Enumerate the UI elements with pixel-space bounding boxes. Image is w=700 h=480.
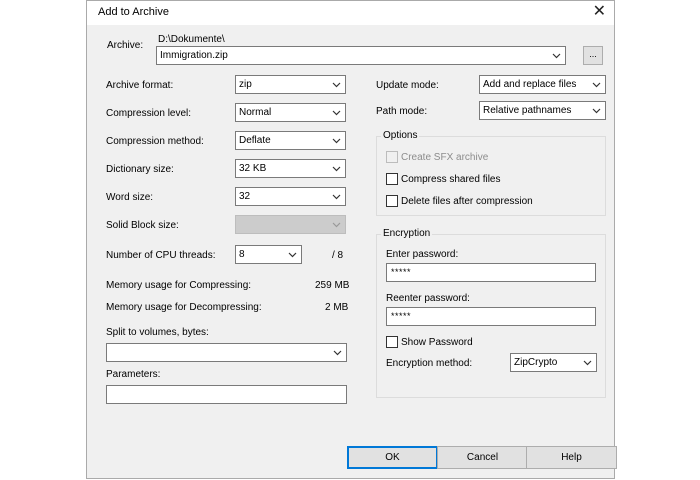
encryption-group: Encryption Enter password: ***** Reenter… xyxy=(376,228,606,398)
encryption-method-value: ZipCrypto xyxy=(514,357,558,368)
split-volumes-combo[interactable] xyxy=(106,343,347,362)
archive-format-label: Archive format: xyxy=(106,80,174,91)
archive-format-value: zip xyxy=(239,79,252,90)
encryption-group-title: Encryption xyxy=(381,228,433,239)
chevron-down-icon xyxy=(333,350,342,356)
compression-level-value: Normal xyxy=(239,107,272,118)
archive-label: Archive: xyxy=(107,40,144,51)
close-icon[interactable]: ✕ xyxy=(593,3,606,21)
title-bar: Add to Archive ✕ xyxy=(87,1,614,25)
enter-password-value: ***** xyxy=(391,267,412,277)
chevron-down-icon xyxy=(332,222,341,228)
compression-level-select[interactable]: Normal xyxy=(235,103,346,122)
browse-button[interactable]: ... xyxy=(583,46,603,65)
enter-password-input[interactable]: ***** xyxy=(386,263,596,282)
path-mode-select[interactable]: Relative pathnames xyxy=(479,101,606,120)
parameters-input[interactable] xyxy=(106,385,347,404)
dictionary-size-label: Dictionary size: xyxy=(106,164,174,175)
create-sfx-label: Create SFX archive xyxy=(401,152,489,163)
word-size-select[interactable]: 32 xyxy=(235,187,346,206)
enter-password-label: Enter password: xyxy=(386,249,459,260)
options-group: Options Create SFX archive Compress shar… xyxy=(376,130,606,216)
chevron-down-icon xyxy=(592,108,601,114)
word-size-value: 32 xyxy=(239,191,251,202)
cpu-threads-select[interactable]: 8 xyxy=(235,245,302,264)
help-button[interactable]: Help xyxy=(526,446,617,469)
archive-filename-combo[interactable]: Immigration.zip xyxy=(156,46,566,65)
delete-after-checkbox[interactable] xyxy=(386,195,398,207)
show-password-label[interactable]: Show Password xyxy=(401,337,473,348)
split-volumes-label: Split to volumes, bytes: xyxy=(106,327,209,338)
cpu-threads-max: / 8 xyxy=(332,250,344,261)
dictionary-size-value: 32 KB xyxy=(239,163,267,174)
path-mode-label: Path mode: xyxy=(376,106,428,117)
reenter-password-value: ***** xyxy=(391,311,412,321)
chevron-down-icon xyxy=(288,252,297,258)
parameters-label: Parameters: xyxy=(106,369,161,380)
archive-format-select[interactable]: zip xyxy=(235,75,346,94)
add-to-archive-dialog: Add to Archive ✕ Archive: D:\Dokumente\ … xyxy=(86,0,617,479)
cpu-threads-value: 8 xyxy=(239,249,245,260)
solid-block-size-select xyxy=(235,215,346,234)
compression-method-value: Deflate xyxy=(239,135,271,146)
show-password-checkbox[interactable] xyxy=(386,336,398,348)
delete-after-label[interactable]: Delete files after compression xyxy=(401,196,533,207)
window-title: Add to Archive xyxy=(98,6,169,18)
chevron-down-icon xyxy=(583,360,592,366)
path-mode-value: Relative pathnames xyxy=(483,105,572,116)
chevron-down-icon xyxy=(332,166,341,172)
cancel-button[interactable]: Cancel xyxy=(437,446,528,469)
chevron-down-icon xyxy=(332,82,341,88)
chevron-down-icon xyxy=(332,138,341,144)
memory-decompress-value: 2 MB xyxy=(325,302,349,313)
memory-decompress-label: Memory usage for Decompressing: xyxy=(106,302,262,313)
archive-filename-value: Immigration.zip xyxy=(160,50,228,61)
compression-method-select[interactable]: Deflate xyxy=(235,131,346,150)
chevron-down-icon xyxy=(592,82,601,88)
word-size-label: Word size: xyxy=(106,192,154,203)
compression-method-label: Compression method: xyxy=(106,136,204,147)
update-mode-select[interactable]: Add and replace files xyxy=(479,75,606,94)
compress-shared-label[interactable]: Compress shared files xyxy=(401,174,500,185)
compress-shared-checkbox[interactable] xyxy=(386,173,398,185)
archive-path: D:\Dokumente\ xyxy=(158,34,225,45)
memory-compress-label: Memory usage for Compressing: xyxy=(106,280,252,291)
cpu-threads-label: Number of CPU threads: xyxy=(106,250,216,261)
compression-level-label: Compression level: xyxy=(106,108,192,119)
ok-button[interactable]: OK xyxy=(347,446,438,469)
encryption-method-select[interactable]: ZipCrypto xyxy=(510,353,597,372)
chevron-down-icon xyxy=(552,53,561,59)
options-group-title: Options xyxy=(381,130,420,141)
reenter-password-input[interactable]: ***** xyxy=(386,307,596,326)
chevron-down-icon xyxy=(332,194,341,200)
chevron-down-icon xyxy=(332,110,341,116)
create-sfx-checkbox xyxy=(386,151,398,163)
memory-compress-value: 259 MB xyxy=(315,280,350,291)
update-mode-label: Update mode: xyxy=(376,80,439,91)
update-mode-value: Add and replace files xyxy=(483,79,577,90)
reenter-password-label: Reenter password: xyxy=(386,293,470,304)
encryption-method-label: Encryption method: xyxy=(386,358,473,369)
solid-block-size-label: Solid Block size: xyxy=(106,220,179,231)
dictionary-size-select[interactable]: 32 KB xyxy=(235,159,346,178)
